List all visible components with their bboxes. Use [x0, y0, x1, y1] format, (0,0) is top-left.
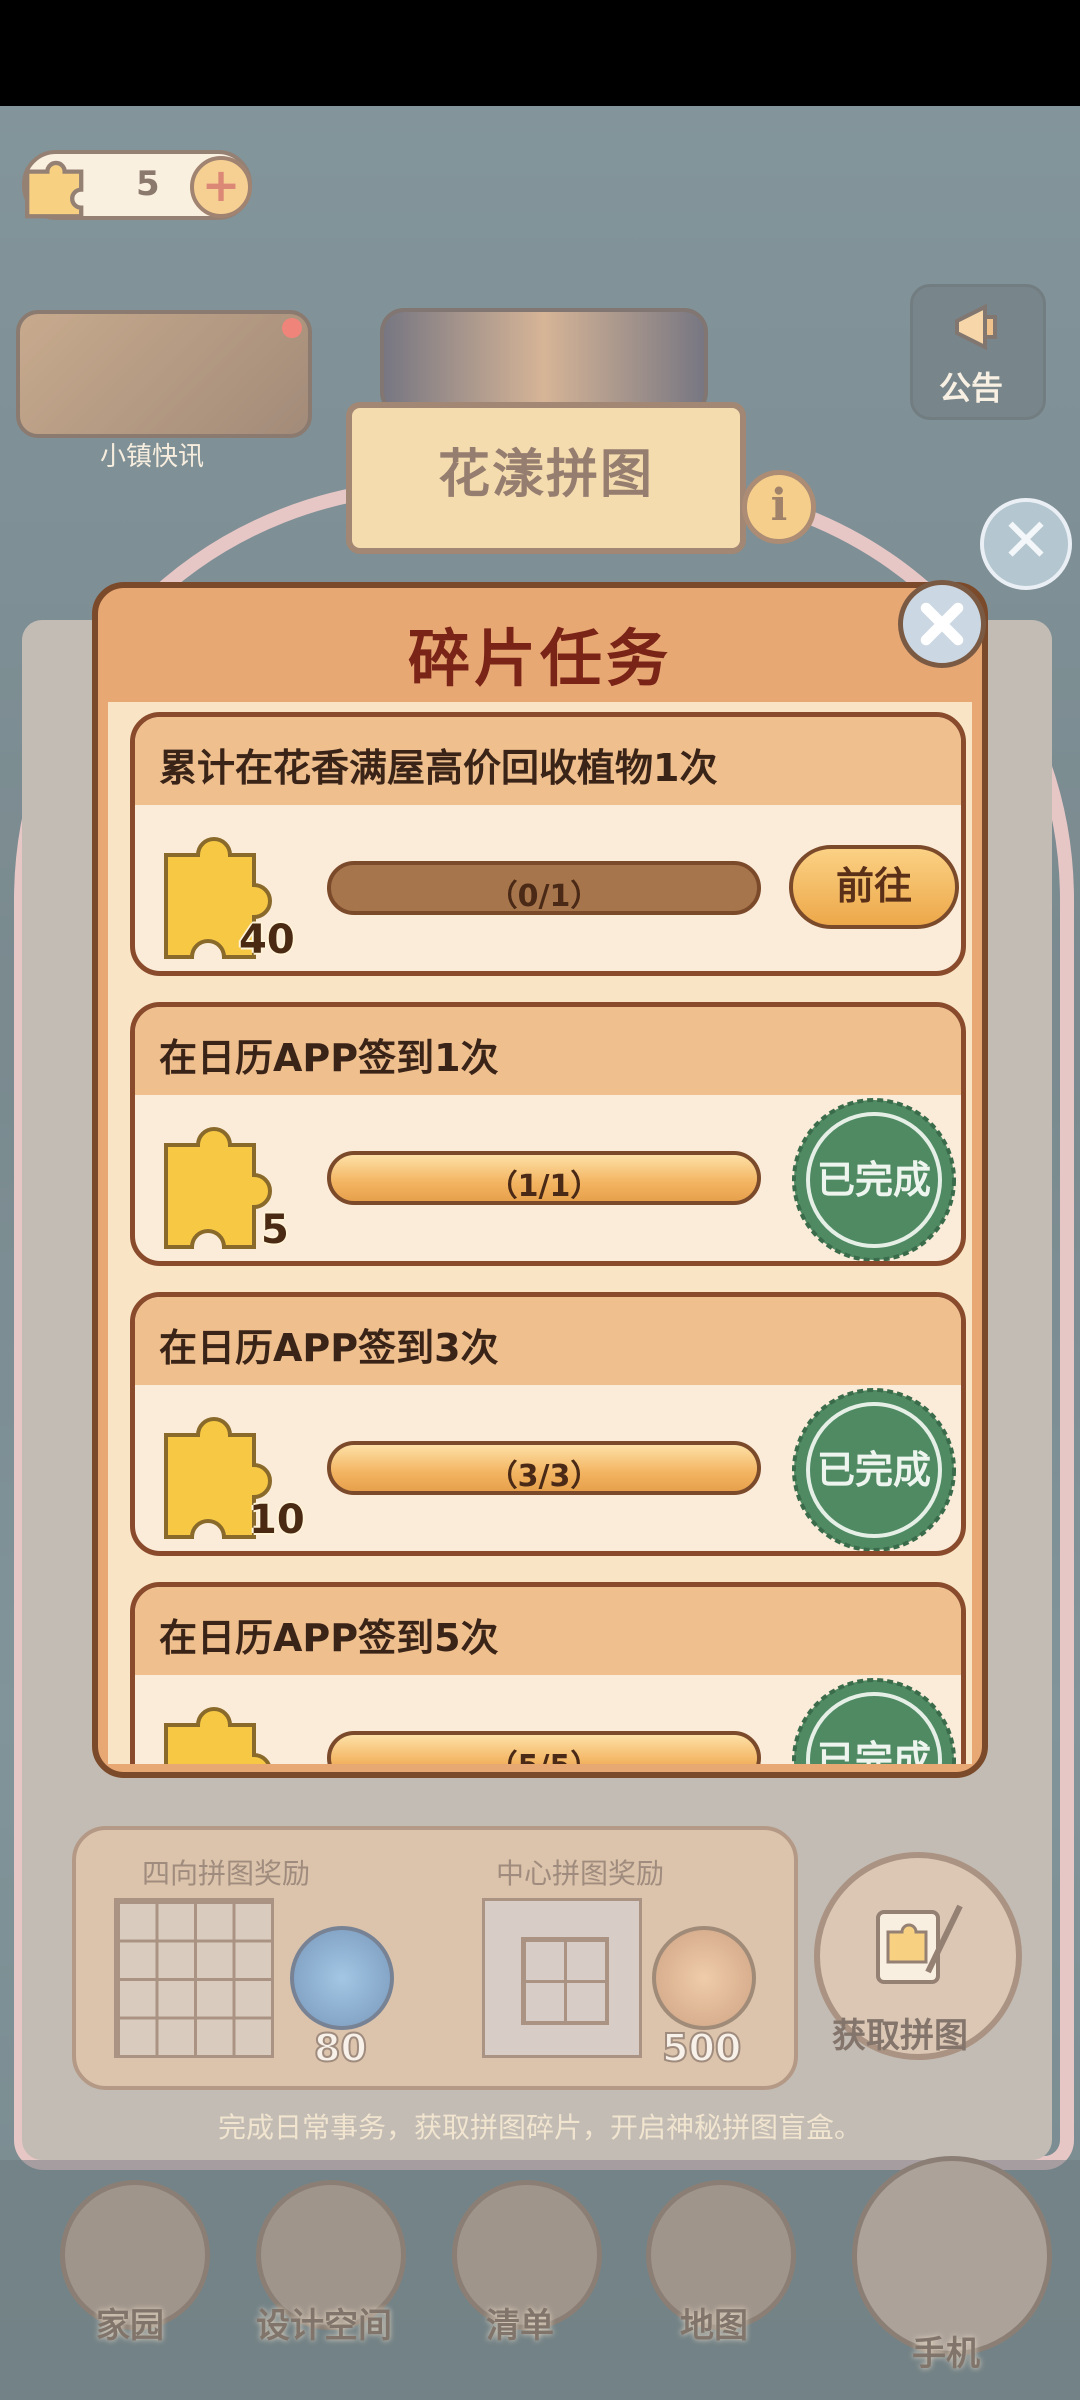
- status-bar: [0, 0, 1080, 106]
- task-progress-text: （3/3）: [487, 1459, 601, 1494]
- task-header: 在日历APP签到5次: [135, 1587, 961, 1675]
- task-reward-count: 5: [261, 1207, 289, 1253]
- task-card: 在日历APP签到3次 10 （3/3） 已完成: [130, 1292, 966, 1556]
- go-button[interactable]: 前往: [789, 845, 959, 929]
- task-reward-count: 10: [249, 1497, 305, 1543]
- dialog-title: 碎片任务: [407, 622, 672, 695]
- task-title: 在日历APP签到5次: [159, 1616, 499, 1660]
- task-title: 在日历APP签到3次: [159, 1326, 499, 1370]
- task-progress-bar: （1/1）: [327, 1151, 761, 1205]
- completed-text: 已完成: [817, 1448, 931, 1492]
- fragment-task-dialog: 碎片任务 累计在花香满屋高价回收植物1次 40 （0/1） 前往 在日历APP签…: [92, 582, 988, 1778]
- completed-stamp-icon: 已完成: [792, 1678, 956, 1764]
- puzzle-piece-icon: [164, 1707, 271, 1764]
- completed-text: 已完成: [817, 1738, 931, 1764]
- task-progress-text: （1/1）: [487, 1169, 601, 1204]
- task-header: 累计在花香满屋高价回收植物1次: [135, 717, 961, 805]
- completed-text: 已完成: [817, 1158, 931, 1202]
- task-progress-text: （0/1）: [487, 879, 601, 914]
- task-list[interactable]: 累计在花香满屋高价回收植物1次 40 （0/1） 前往 在日历APP签到1次 5…: [108, 702, 972, 1764]
- task-title: 累计在花香满屋高价回收植物1次: [159, 746, 718, 790]
- task-header: 在日历APP签到3次: [135, 1297, 961, 1385]
- task-title: 在日历APP签到1次: [159, 1036, 499, 1080]
- completed-stamp-icon: 已完成: [792, 1388, 956, 1551]
- task-reward-count: 40: [239, 917, 295, 963]
- task-card: 在日历APP签到1次 5 （1/1） 已完成: [130, 1002, 966, 1266]
- task-progress-bar: （3/3）: [327, 1441, 761, 1495]
- completed-stamp-icon: 已完成: [792, 1098, 956, 1261]
- task-progress-bar: （0/1）: [327, 861, 761, 915]
- task-progress-bar: （5/5）: [327, 1731, 761, 1764]
- task-progress-text: （5/5）: [331, 1741, 757, 1764]
- task-card: 在日历APP签到5次 （5/5） 已完成: [130, 1582, 966, 1764]
- task-header: 在日历APP签到1次: [135, 1007, 961, 1095]
- close-icon: [920, 602, 964, 646]
- task-card: 累计在花香满屋高价回收植物1次 40 （0/1） 前往: [130, 712, 966, 976]
- dialog-close-button[interactable]: [898, 580, 986, 668]
